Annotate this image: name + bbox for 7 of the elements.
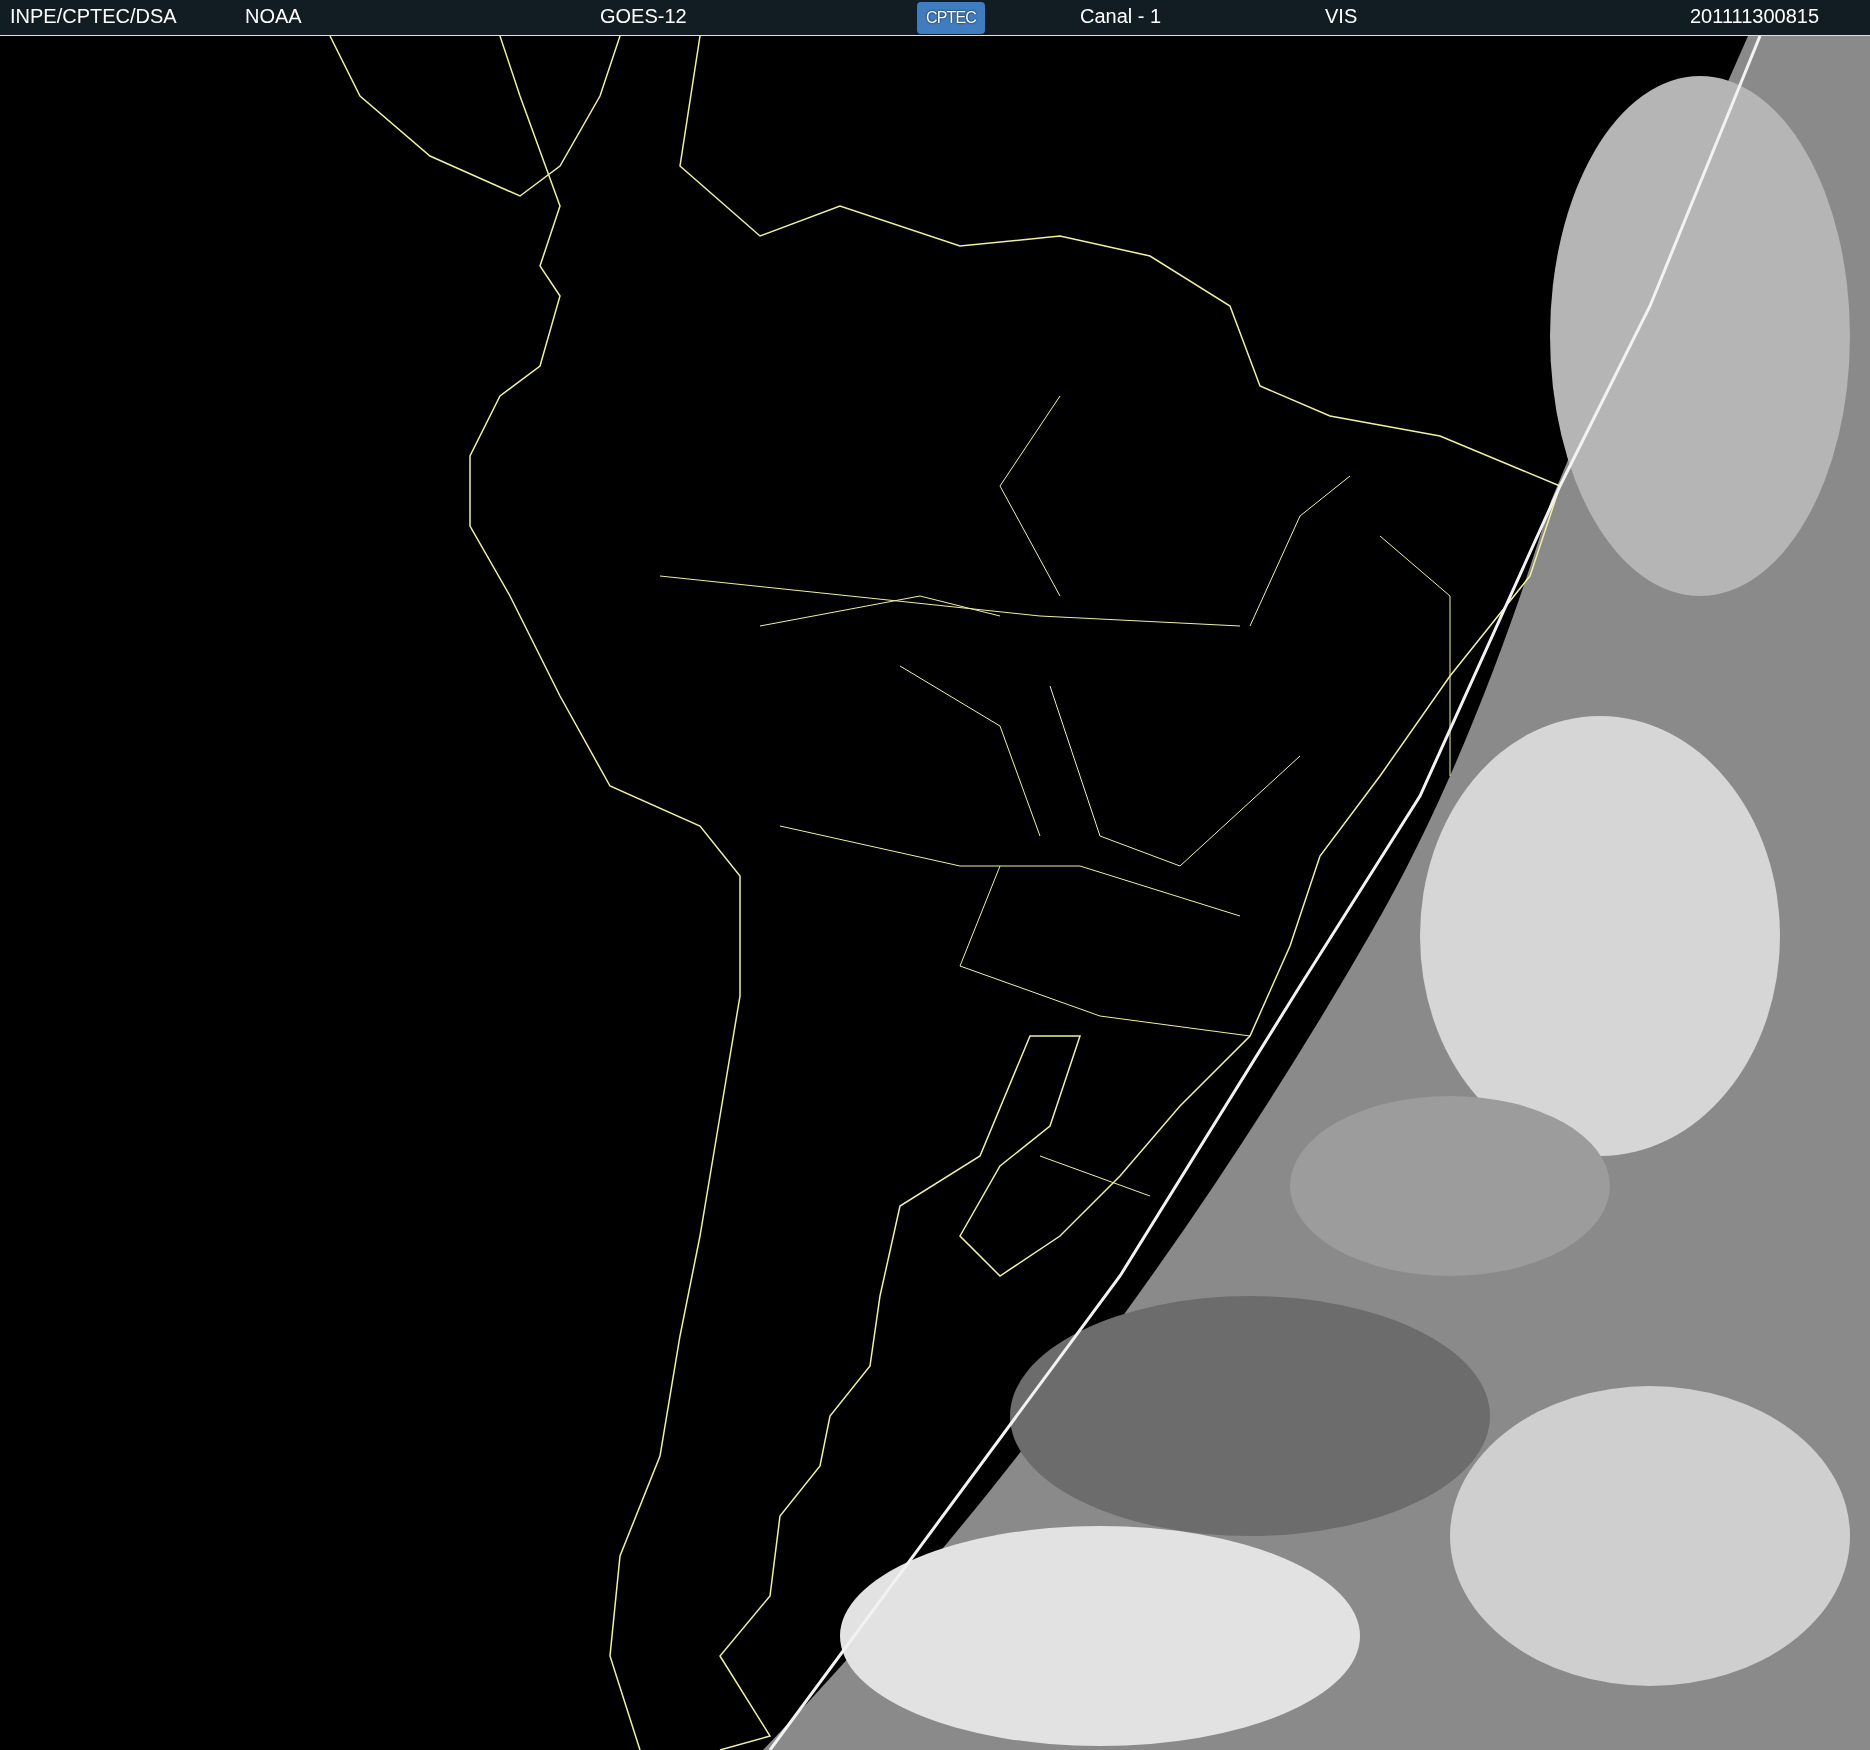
cptec-logo: CPTEC bbox=[917, 1, 985, 34]
header-label: NOAA bbox=[245, 4, 302, 27]
header-label: GOES-12 bbox=[600, 4, 687, 27]
header-label: Canal - 1 bbox=[1080, 4, 1162, 27]
header-label: VIS bbox=[1325, 4, 1358, 27]
header-label: 201111300815 bbox=[1690, 4, 1820, 27]
header-label: INPE/CPTEC/DSA bbox=[10, 4, 177, 27]
